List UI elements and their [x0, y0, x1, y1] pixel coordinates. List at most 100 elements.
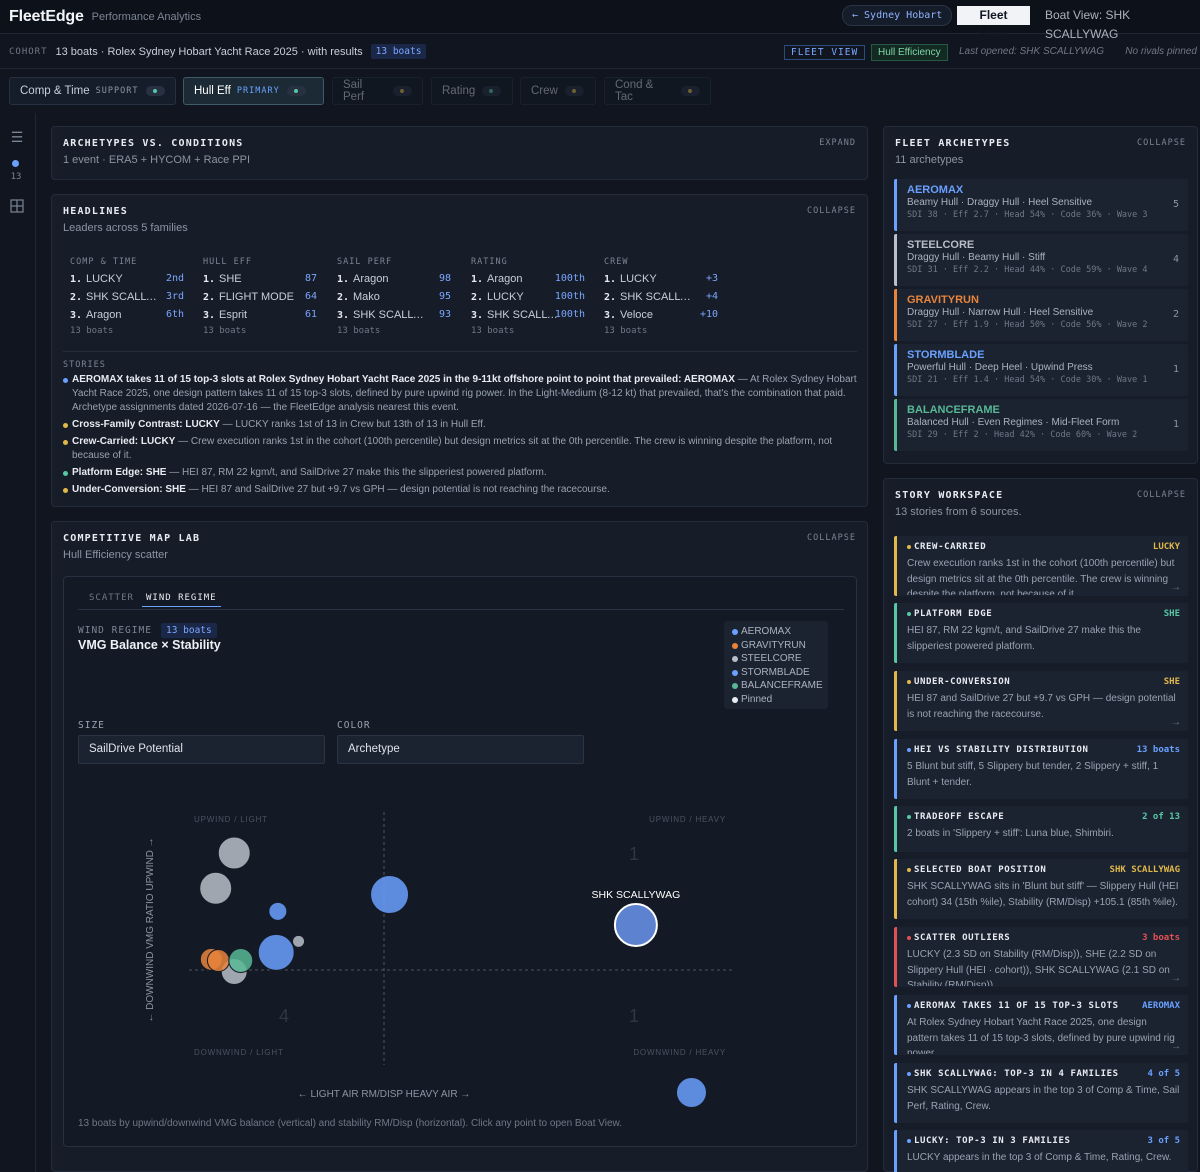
brand-logo[interactable]: FleetEdge	[9, 8, 84, 26]
headline-row[interactable]: 3.SHK SCALLYWAG100th	[471, 306, 591, 324]
legend-item[interactable]: STORMBLADE	[732, 666, 820, 680]
last-opened-link[interactable]: Last opened: SHK SCALLYWAG	[959, 46, 1104, 57]
toggle-pill-icon[interactable]	[681, 86, 700, 96]
headline-value: 98	[438, 273, 451, 284]
collapse-button[interactable]: COLLAPSE	[807, 533, 856, 543]
archetype-count: 4	[1172, 254, 1179, 265]
scatter-point[interactable]	[228, 948, 254, 974]
tab-scatter[interactable]: SCATTER	[89, 593, 134, 603]
story-item[interactable]: Under-Conversion: SHE — HEI 87 and SailD…	[63, 483, 857, 497]
headline-row[interactable]: 3. Esprit 61	[203, 306, 323, 324]
story-card[interactable]: LUCKY: TOP-3 IN 3 FAMILIES 3 of 5 LUCKY ap…	[894, 1130, 1188, 1172]
tab-fleet-view[interactable]: Fleet View	[957, 6, 1030, 41]
arrow-right-icon[interactable]: →	[1171, 582, 1181, 593]
headline-rank: 1.	[203, 274, 216, 285]
expand-button[interactable]: EXPAND	[819, 138, 856, 148]
archetype-card[interactable]: AEROMAX Beamy Hull · Draggy Hull · Heel S…	[894, 179, 1188, 231]
story-text: — HEI 87, RM 22 kgm/t, and SailDrive 27 …	[166, 467, 547, 478]
story-card-text: HEI 87 and SailDrive 27 but +9.7 vs GPH …	[907, 693, 1176, 720]
tab-comp-time[interactable]: Comp & Time SUPPORT	[9, 77, 176, 105]
scatter-point[interactable]	[217, 836, 251, 870]
grid-icon[interactable]	[9, 199, 25, 215]
story-item[interactable]: Cross-Family Contrast: LUCKY — LUCKY ran…	[63, 418, 857, 432]
toggle-pill-icon[interactable]	[286, 86, 306, 96]
scatter-point[interactable]	[370, 875, 410, 915]
scatter-point[interactable]	[268, 901, 288, 921]
cohort-label: COHORT	[9, 46, 48, 57]
story-item[interactable]: AEROMAX takes 11 of 15 top-3 slots at Ro…	[63, 373, 857, 415]
story-card-title-text: SCATTER OUTLIERS	[914, 933, 1011, 943]
headline-row[interactable]: 1. Aragon 98	[337, 270, 457, 288]
headline-row[interactable]: 2. Mako 95	[337, 288, 457, 306]
headline-row[interactable]: 3.SHK SCALLYWAG 93	[337, 306, 457, 324]
headline-row[interactable]: 2.SHK SCALLYWAG +4	[604, 288, 724, 306]
menu-icon[interactable]: ☰	[9, 129, 25, 145]
story-card[interactable]: SCATTER OUTLIERS 3 boats LUCKY (2.3 SD on …	[894, 927, 1188, 987]
story-card[interactable]: CREW-CARRIED LUCKY Crew execution ranks 1s…	[894, 536, 1188, 596]
toggle-pill-icon[interactable]	[393, 86, 412, 96]
tab-label: Rating	[442, 85, 476, 97]
color-select[interactable]: Archetype	[337, 735, 584, 764]
story-item[interactable]: Crew-Carried: LUCKY — Crew execution ran…	[63, 435, 857, 463]
arrow-right-icon[interactable]: →	[1171, 973, 1181, 984]
legend-item[interactable]: AEROMAX	[732, 625, 820, 639]
scatter-point[interactable]	[257, 933, 295, 971]
legend-swatch-icon	[732, 629, 738, 635]
scatter-plot[interactable]: UPWIND / LIGHT UPWIND / HEAVY DOWNWIND / L…	[64, 777, 856, 1137]
scatter-point[interactable]	[206, 949, 230, 973]
tab-boat-view[interactable]: Boat View: SHK SCALLYWAG	[1036, 6, 1200, 41]
headline-row[interactable]: 1. LUCKY 2nd	[70, 270, 190, 288]
story-card[interactable]: HEI VS STABILITY DISTRIBUTION 13 boats 5 B…	[894, 739, 1188, 799]
story-card[interactable]: TRADEOFF ESCAPE 2 of 13 2 boats in 'Slippe…	[894, 806, 1188, 852]
arrow-right-icon[interactable]: →	[1171, 717, 1181, 728]
headline-row[interactable]: 3. Aragon 6th	[70, 306, 190, 324]
scatter-point[interactable]	[675, 1077, 707, 1109]
tab-crew[interactable]: Crew	[520, 77, 596, 105]
archetype-card[interactable]: STORMBLADE Powerful Hull · Deep Heel · Up…	[894, 344, 1188, 396]
legend-item[interactable]: BALANCEFRAME	[732, 679, 823, 693]
tab-cond-tac[interactable]: Cond & Tac	[604, 77, 711, 105]
legend-item[interactable]: GRAVITYRUN	[732, 639, 820, 653]
size-select[interactable]: SailDrive Potential	[78, 735, 325, 764]
archetype-card[interactable]: GRAVITYRUN Draggy Hull · Narrow Hull · He…	[894, 289, 1188, 341]
tab-hull-eff[interactable]: Hull Eff PRIMARY	[183, 77, 324, 105]
story-item[interactable]: Platform Edge: SHE — HEI 87, RM 22 kgm/t…	[63, 466, 857, 480]
archetype-card[interactable]: BALANCEFRAME Balanced Hull · Even Regimes…	[894, 399, 1188, 451]
tab-wind-regime[interactable]: WIND REGIME	[142, 593, 221, 607]
tab-label: Hull Eff	[194, 85, 231, 97]
headline-row[interactable]: 1. Aragon 100th	[471, 270, 591, 288]
legend-item[interactable]: Pinned	[732, 693, 820, 707]
headline-row[interactable]: 1. SHE 87	[203, 270, 323, 288]
headline-row[interactable]: 2. FLIGHT MODE 64	[203, 288, 323, 306]
collapse-button[interactable]: COLLAPSE	[1137, 138, 1186, 148]
scatter-point[interactable]	[292, 934, 306, 948]
cohort-text: 13 boats · Rolex Sydney Hobart Yacht Rac…	[55, 45, 363, 58]
collapse-button[interactable]: COLLAPSE	[1137, 490, 1186, 500]
arrow-right-icon[interactable]: →	[1171, 1041, 1181, 1052]
toggle-pill-icon[interactable]	[482, 86, 502, 96]
legend-item[interactable]: STEELCORE	[732, 652, 820, 666]
toggle-pill-icon[interactable]	[145, 86, 165, 96]
headline-boat-name: Aragon	[353, 273, 389, 285]
headline-row[interactable]: 2. LUCKY 100th	[471, 288, 591, 306]
collapse-button[interactable]: COLLAPSE	[807, 206, 856, 216]
story-card[interactable]: AEROMAX TAKES 11 OF 15 TOP-3 SLOTS … AERO…	[894, 995, 1188, 1055]
scatter-point[interactable]	[199, 871, 233, 905]
tab-sail-perf[interactable]: Sail Perf	[332, 77, 423, 105]
scatter-point[interactable]	[613, 903, 658, 947]
legend-swatch-icon	[732, 669, 738, 676]
story-card[interactable]: SHK SCALLYWAG: TOP-3 IN 4 FAMILIES 4 of 5…	[894, 1063, 1188, 1123]
hull-efficiency-tag[interactable]: Hull Efficiency	[871, 44, 948, 61]
story-card[interactable]: UNDER-CONVERSION SHE HEI 87 and SailDrive …	[894, 671, 1188, 731]
fleet-view-tag[interactable]: FLEET VIEW	[784, 45, 866, 60]
race-back-chip[interactable]: ← Sydney Hobart	[842, 5, 953, 26]
story-card-title: TRADEOFF ESCAPE	[907, 812, 1122, 822]
headline-row[interactable]: 3. Veloce +10	[604, 306, 724, 324]
toggle-pill-icon[interactable]	[564, 86, 584, 96]
story-card[interactable]: PLATFORM EDGE SHE HEI 87, RM 22 kgm/t, and…	[894, 603, 1188, 663]
archetype-card[interactable]: STEELCORE Draggy Hull · Beamy Hull · Stif…	[894, 234, 1188, 286]
story-card[interactable]: SELECTED BOAT POSITION SHK SCALLYWAG SHK S…	[894, 859, 1188, 919]
headline-row[interactable]: 2.SHK SCALLYWAG3rd	[70, 288, 190, 306]
tab-rating[interactable]: Rating	[431, 77, 513, 105]
headline-row[interactable]: 1. LUCKY +3	[604, 270, 724, 288]
